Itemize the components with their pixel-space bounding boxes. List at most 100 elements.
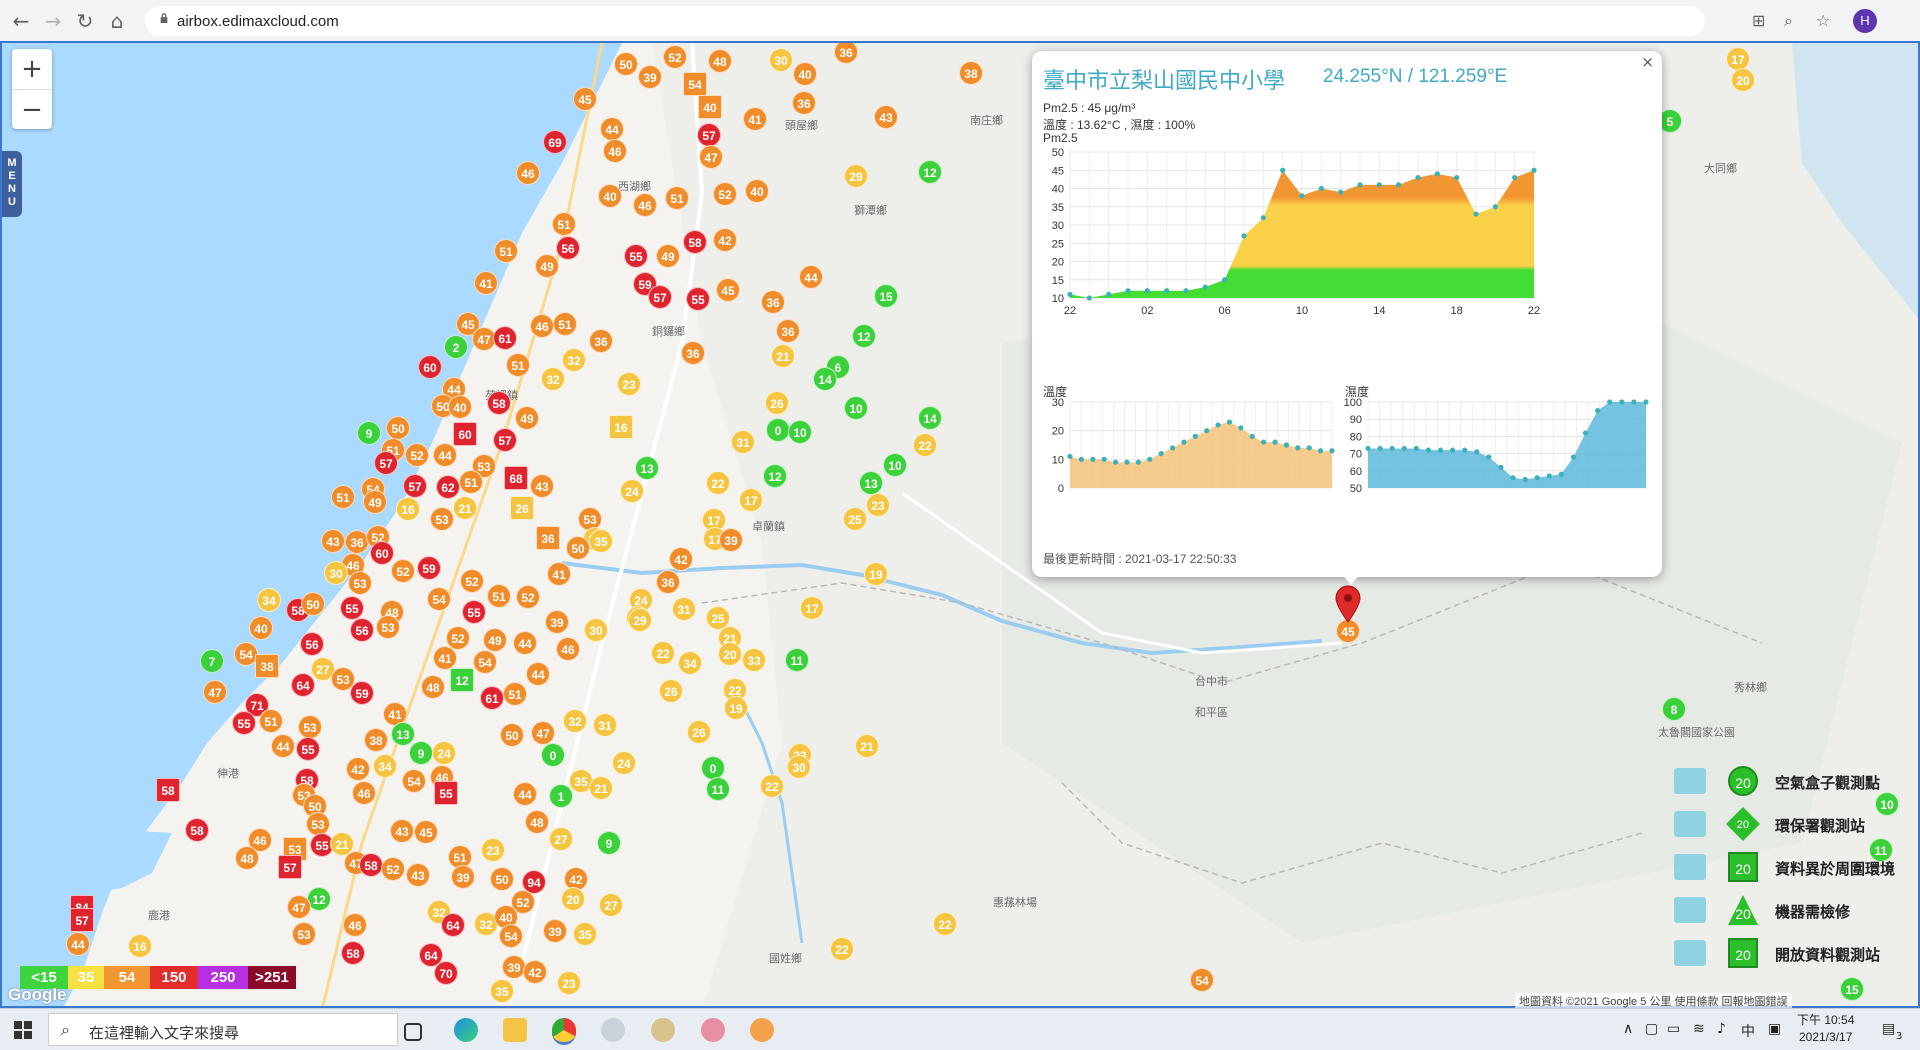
aqi-station-marker[interactable]: 21 xyxy=(771,344,795,368)
bookmark-star-icon[interactable]: ☆ xyxy=(1816,11,1830,30)
taskbar-search-box[interactable]: ⌕ 在這裡輸入文字來搜尋 xyxy=(48,1013,398,1046)
aqi-station-marker[interactable]: 20 xyxy=(561,887,585,911)
aqi-station-marker[interactable]: 57 xyxy=(278,855,302,879)
aqi-station-marker[interactable]: 51 xyxy=(665,186,689,210)
aqi-station-marker[interactable]: 53 xyxy=(298,715,322,739)
aqi-station-marker[interactable]: 51 xyxy=(487,584,511,608)
aqi-station-marker[interactable]: 29 xyxy=(844,164,868,188)
aqi-station-marker[interactable]: 58 xyxy=(341,941,365,965)
aqi-station-marker[interactable]: 23 xyxy=(617,372,641,396)
app-icon-1[interactable] xyxy=(601,1018,625,1042)
aqi-station-marker[interactable]: 44 xyxy=(526,662,550,686)
tray-app-icon[interactable]: ▢ xyxy=(1645,1021,1658,1037)
aqi-station-marker[interactable]: 19 xyxy=(724,696,748,720)
aqi-station-marker[interactable]: 48 xyxy=(525,810,549,834)
aqi-station-marker[interactable]: 14 xyxy=(813,367,837,391)
aqi-station-marker[interactable]: 40 xyxy=(448,395,472,419)
aqi-station-marker[interactable]: 8 xyxy=(1662,697,1686,721)
aqi-station-marker[interactable]: 0 xyxy=(541,743,565,767)
aqi-station-marker[interactable]: 46 xyxy=(530,314,554,338)
aqi-station-marker[interactable]: 48 xyxy=(421,675,445,699)
aqi-station-marker[interactable]: 64 xyxy=(441,913,465,937)
aqi-station-marker[interactable]: 52 xyxy=(516,585,540,609)
aqi-station-marker[interactable]: 31 xyxy=(731,430,755,454)
ime-indicator[interactable]: 中 xyxy=(1741,1021,1755,1041)
aqi-station-marker[interactable]: 51 xyxy=(459,470,483,494)
aqi-station-marker[interactable]: 54 xyxy=(683,72,707,96)
aqi-station-marker[interactable]: 51 xyxy=(552,212,576,236)
aqi-station-marker[interactable]: 11 xyxy=(706,777,730,801)
aqi-station-marker[interactable]: 36 xyxy=(681,341,705,365)
aqi-station-marker[interactable]: 60 xyxy=(453,422,477,446)
aqi-station-marker[interactable]: 58 xyxy=(185,818,209,842)
aqi-station-marker[interactable]: 10 xyxy=(844,396,868,420)
aqi-station-marker[interactable]: 42 xyxy=(523,960,547,984)
aqi-station-marker[interactable]: 21 xyxy=(453,496,477,520)
aqi-station-marker[interactable]: 9 xyxy=(409,741,433,765)
aqi-station-marker[interactable]: 30 xyxy=(787,755,811,779)
aqi-station-marker[interactable]: 57 xyxy=(374,451,398,475)
reload-icon[interactable]: ↻ xyxy=(72,8,98,34)
aqi-station-marker[interactable]: 55 xyxy=(462,600,486,624)
aqi-station-marker[interactable]: 52 xyxy=(391,559,415,583)
aqi-station-marker[interactable]: 54 xyxy=(427,587,451,611)
aqi-station-marker[interactable]: 41 xyxy=(547,562,571,586)
aqi-station-marker[interactable]: 17 xyxy=(800,596,824,620)
aqi-station-marker[interactable]: 35 xyxy=(490,979,514,1003)
aqi-station-marker[interactable]: 39 xyxy=(719,528,743,552)
aqi-station-marker[interactable]: 47 xyxy=(699,145,723,169)
aqi-station-marker[interactable]: 38 xyxy=(364,728,388,752)
aqi-station-marker[interactable]: 31 xyxy=(593,713,617,737)
aqi-station-marker[interactable]: 17 xyxy=(1726,47,1750,71)
aqi-station-marker[interactable]: 44 xyxy=(600,117,624,141)
aqi-station-marker[interactable]: 47 xyxy=(531,721,555,745)
aqi-station-marker[interactable]: 14 xyxy=(918,406,942,430)
aqi-station-marker[interactable]: 39 xyxy=(545,610,569,634)
aqi-station-marker[interactable]: 50 xyxy=(614,52,638,76)
aqi-station-marker[interactable]: 23 xyxy=(866,493,890,517)
aqi-station-marker[interactable]: 57 xyxy=(648,285,672,309)
aqi-station-marker[interactable]: 39 xyxy=(502,955,526,979)
aqi-station-marker[interactable]: 41 xyxy=(433,646,457,670)
notification-icon[interactable]: ▤ xyxy=(1882,1021,1895,1037)
aqi-station-marker[interactable]: 31 xyxy=(672,597,696,621)
aqi-station-marker[interactable]: 19 xyxy=(864,562,888,586)
aqi-station-marker[interactable]: 50 xyxy=(490,867,514,891)
aqi-station-marker[interactable]: 58 xyxy=(156,778,180,802)
aqi-station-marker[interactable]: 10 xyxy=(788,420,812,444)
aqi-station-marker[interactable]: 27 xyxy=(599,893,623,917)
aqi-station-marker[interactable]: 55 xyxy=(686,287,710,311)
aqi-station-marker[interactable]: 46 xyxy=(516,161,540,185)
aqi-station-marker[interactable]: 20 xyxy=(1731,68,1755,92)
aqi-station-marker[interactable]: 45 xyxy=(716,278,740,302)
aqi-station-marker[interactable]: 13 xyxy=(635,456,659,480)
aqi-station-marker[interactable]: 49 xyxy=(656,244,680,268)
aqi-station-marker[interactable]: 22 xyxy=(651,641,675,665)
aqi-station-marker[interactable]: 39 xyxy=(451,865,475,889)
aqi-station-marker[interactable]: 24 xyxy=(612,751,636,775)
aqi-station-marker[interactable]: 43 xyxy=(530,474,554,498)
aqi-station-marker[interactable]: 53 xyxy=(376,615,400,639)
battery-icon[interactable]: ▭ xyxy=(1667,1021,1680,1037)
aqi-station-marker[interactable]: 57 xyxy=(70,908,94,932)
translate-icon[interactable]: ⊞ xyxy=(1752,11,1765,30)
aqi-station-marker[interactable]: 32 xyxy=(562,348,586,372)
aqi-station-marker[interactable]: 36 xyxy=(834,43,858,64)
aqi-station-marker[interactable]: 27 xyxy=(549,827,573,851)
zoom-in-button[interactable]: + xyxy=(12,49,52,89)
profile-avatar[interactable]: H xyxy=(1853,9,1877,33)
aqi-station-marker[interactable]: 46 xyxy=(633,193,657,217)
aqi-station-marker[interactable]: 36 xyxy=(656,570,680,594)
aqi-station-marker[interactable]: 70 xyxy=(434,961,458,985)
aqi-station-marker[interactable]: 40 xyxy=(745,179,769,203)
aqi-station-marker[interactable]: 53 xyxy=(348,571,372,595)
aqi-station-marker[interactable]: 52 xyxy=(713,182,737,206)
aqi-station-marker[interactable]: 29 xyxy=(628,608,652,632)
aqi-station-marker[interactable]: 23 xyxy=(481,838,505,862)
aqi-station-marker[interactable]: 24 xyxy=(620,479,644,503)
zoom-icon[interactable]: ⌕ xyxy=(1784,11,1793,31)
aqi-station-marker[interactable]: 9 xyxy=(357,421,381,445)
aqi-station-marker[interactable]: 58 xyxy=(683,230,707,254)
aqi-station-marker[interactable]: 34 xyxy=(257,588,281,612)
aqi-station-marker[interactable]: 34 xyxy=(678,651,702,675)
